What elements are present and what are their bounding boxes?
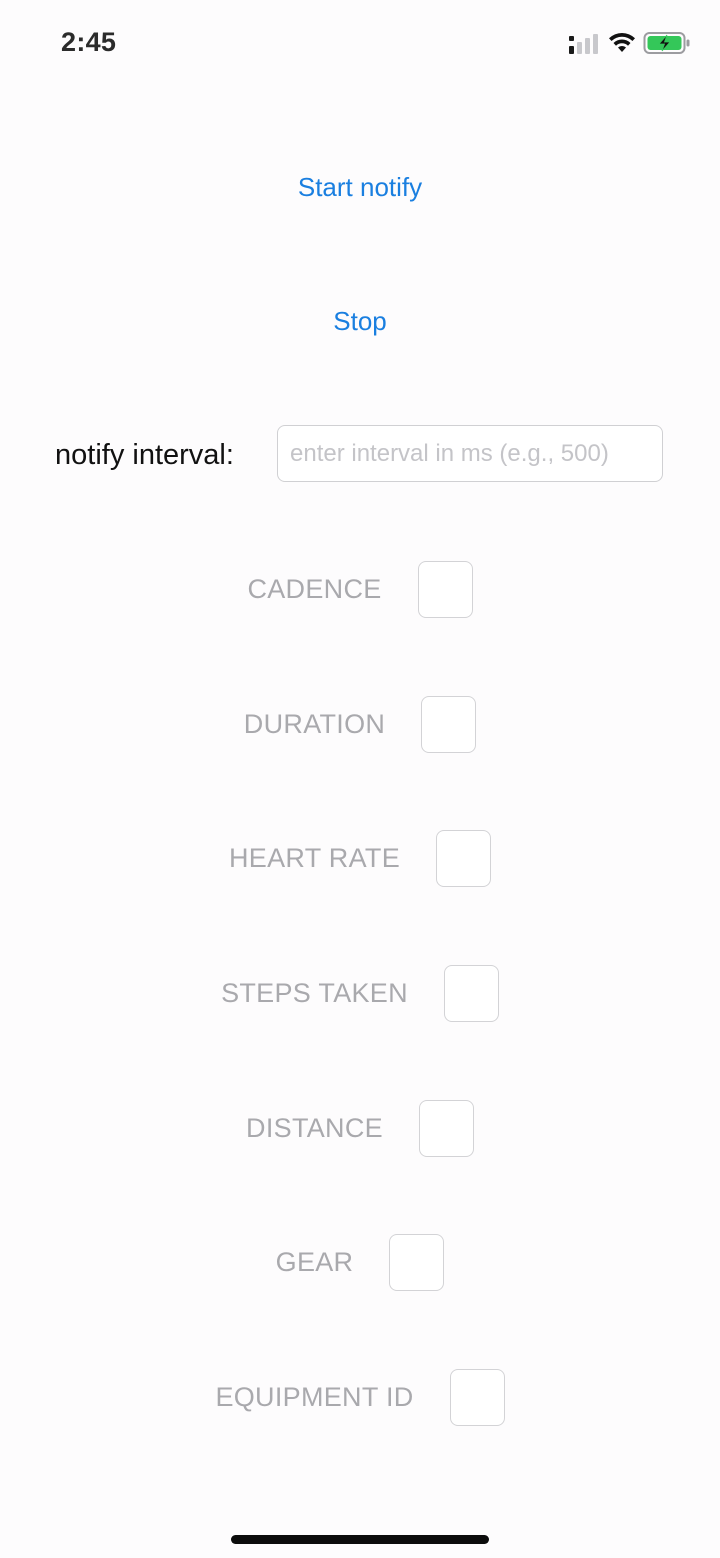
notify-interval-label: notify interval: bbox=[55, 439, 234, 471]
metric-row-cadence: CADENCE bbox=[0, 559, 720, 619]
metric-checkbox-cadence[interactable] bbox=[417, 560, 473, 618]
metric-label-equipment-id: EQUIPMENT ID bbox=[215, 1381, 414, 1412]
home-indicator[interactable] bbox=[231, 1535, 489, 1544]
battery-charging-icon bbox=[643, 32, 690, 54]
wifi-icon bbox=[609, 32, 635, 52]
metric-label-steps-taken: STEPS TAKEN bbox=[221, 977, 408, 1008]
stop-button[interactable]: Stop bbox=[0, 301, 720, 341]
metric-label-cadence: CADENCE bbox=[247, 573, 382, 604]
start-notify-button[interactable]: Start notify bbox=[0, 167, 720, 207]
metric-label-distance: DISTANCE bbox=[246, 1112, 383, 1143]
notify-interval-input[interactable] bbox=[277, 425, 663, 482]
signal-icon bbox=[569, 34, 598, 54]
metric-checkbox-distance[interactable] bbox=[418, 1099, 474, 1157]
metric-label-duration: DURATION bbox=[243, 708, 386, 739]
metric-row-gear: GEAR bbox=[0, 1232, 720, 1292]
metric-label-heart-rate: HEART RATE bbox=[228, 842, 401, 873]
metric-row-equipment-id: EQUIPMENT ID bbox=[0, 1367, 720, 1427]
metric-row-duration: DURATION bbox=[0, 694, 720, 754]
metric-checkbox-heart-rate[interactable] bbox=[436, 829, 492, 887]
metric-label-gear: GEAR bbox=[275, 1246, 354, 1277]
metric-checkbox-duration[interactable] bbox=[421, 695, 477, 753]
metric-row-distance: DISTANCE bbox=[0, 1098, 720, 1158]
metric-checkbox-equipment-id[interactable] bbox=[449, 1368, 505, 1426]
metric-row-heart-rate: HEART RATE bbox=[0, 828, 720, 888]
metric-checkbox-gear[interactable] bbox=[389, 1233, 445, 1291]
metric-row-steps-taken: STEPS TAKEN bbox=[0, 963, 720, 1023]
status-time: 2:45 bbox=[61, 27, 117, 57]
metric-checkbox-steps-taken[interactable] bbox=[443, 964, 499, 1022]
